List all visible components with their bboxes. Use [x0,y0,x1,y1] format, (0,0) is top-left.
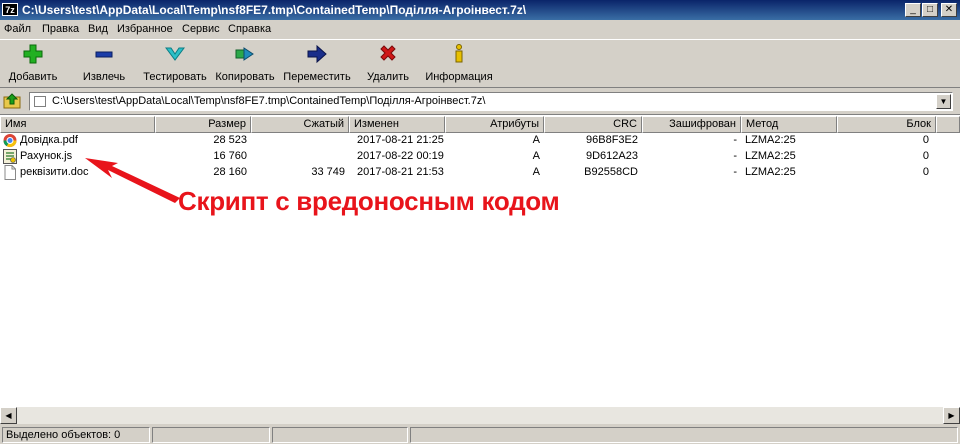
file-name: Рахунок.js [20,150,73,162]
chevron-down-icon[interactable]: ▼ [936,94,951,109]
file-block: 0 [922,166,929,178]
address-bar: C:\Users\test\AppData\Local\Temp\nsf8FE7… [0,88,960,114]
extract-label: Извлечь [82,71,126,83]
file-name: Довідка.pdf [20,134,78,146]
scroll-right-icon[interactable]: ▶ [943,407,960,424]
info-icon [455,44,463,63]
file-attributes: A [532,134,540,146]
document-icon [4,165,16,180]
file-modified: 2017-08-21 21:25 [357,134,444,146]
table-row[interactable]: реквізити.doc 28 160 33 749 2017-08-21 2… [0,165,960,181]
file-crc: 96B8F3E2 [586,134,638,146]
delete-icon [380,45,396,61]
status-panel-2 [152,427,270,443]
file-method: LZMA2:25 [745,134,796,146]
file-size: 16 760 [213,150,247,162]
extract-icon [95,51,113,58]
status-selected: Выделено объектов: 0 [2,427,150,443]
file-modified: 2017-08-21 21:53 [357,166,444,178]
table-row[interactable]: Довідка.pdf 28 523 2017-08-21 21:25 A 96… [0,133,960,149]
copy-label: Копировать [215,71,275,83]
menu-file[interactable]: Файл [4,23,31,35]
file-block: 0 [922,150,929,162]
file-size: 28 160 [213,166,247,178]
add-label: Добавить [8,71,58,83]
horizontal-scrollbar[interactable]: ◀ ▶ [0,407,960,424]
file-crc: B92558CD [584,166,638,178]
toolbar: Добавить Извлечь Тестировать Копировать … [0,39,960,88]
file-crc: 9D612A23 [586,150,638,162]
scroll-left-icon[interactable]: ◀ [0,407,17,424]
annotation-text: Скрипт с вредоносным кодом [178,186,560,216]
file-size: 28 523 [213,134,247,146]
column-header-packed[interactable]: Сжатый [251,116,349,133]
maximize-button[interactable]: □ [922,3,938,17]
copy-button[interactable]: Копировать [212,43,278,87]
file-name: реквізити.doc [20,166,89,178]
file-attributes: A [532,166,540,178]
menu-help[interactable]: Справка [228,23,271,35]
add-icon [23,44,43,64]
file-packed: 33 749 [311,166,345,178]
file-method: LZMA2:25 [745,150,796,162]
pdf-chrome-icon [3,134,17,147]
file-encrypted: - [733,150,737,162]
status-bar: Выделено объектов: 0 [0,424,960,444]
column-header-name[interactable]: Имя [0,116,155,133]
column-header-block[interactable]: Блок [837,116,936,133]
address-path: C:\Users\test\AppData\Local\Temp\nsf8FE7… [52,95,486,107]
menu-favorites[interactable]: Избранное [117,23,173,35]
folder-icon [34,96,46,107]
script-icon [3,149,17,164]
column-header-filler [936,116,960,133]
test-label: Тестировать [143,71,207,83]
column-header-encrypted[interactable]: Зашифрован [642,116,741,133]
column-header-modified[interactable]: Изменен [349,116,445,133]
move-button[interactable]: Переместить [282,43,352,87]
file-list: Имя Размер Сжатый Изменен Атрибуты CRC З… [0,114,960,408]
menu-tools[interactable]: Сервис [182,23,220,35]
test-icon [165,47,185,61]
file-encrypted: - [733,134,737,146]
app-icon: 7z [2,3,18,16]
minimize-button[interactable]: _ [905,3,921,17]
file-encrypted: - [733,166,737,178]
copy-icon [235,47,254,61]
column-header-attributes[interactable]: Атрибуты [445,116,544,133]
title-bar: 7z C:\Users\test\AppData\Local\Temp\nsf8… [0,0,960,20]
column-header-method[interactable]: Метод [741,116,837,133]
folder-up-icon[interactable] [3,92,21,110]
file-modified: 2017-08-22 00:19 [357,150,444,162]
column-header-crc[interactable]: CRC [544,116,642,133]
add-button[interactable]: Добавить [4,43,62,87]
file-attributes: A [532,150,540,162]
delete-button[interactable]: Удалить [360,43,416,87]
table-row[interactable]: Рахунок.js 16 760 2017-08-22 00:19 A 9D6… [0,149,960,165]
move-icon [307,44,327,64]
info-label: Информация [425,71,493,83]
close-button[interactable]: ✕ [941,3,957,17]
window-title: C:\Users\test\AppData\Local\Temp\nsf8FE7… [22,3,527,17]
address-input[interactable]: C:\Users\test\AppData\Local\Temp\nsf8FE7… [29,92,953,111]
file-method: LZMA2:25 [745,166,796,178]
column-header-size[interactable]: Размер [155,116,251,133]
menu-bar: Файл Правка Вид Избранное Сервис Справка [0,20,960,39]
status-panel-4 [410,427,958,443]
test-button[interactable]: Тестировать [140,43,210,87]
file-block: 0 [922,134,929,146]
info-button[interactable]: Информация [424,43,494,87]
extract-button[interactable]: Извлечь [76,43,132,87]
move-label: Переместить [283,71,351,83]
status-panel-3 [272,427,408,443]
delete-label: Удалить [367,71,409,83]
menu-view[interactable]: Вид [88,23,108,35]
menu-edit[interactable]: Правка [42,23,79,35]
